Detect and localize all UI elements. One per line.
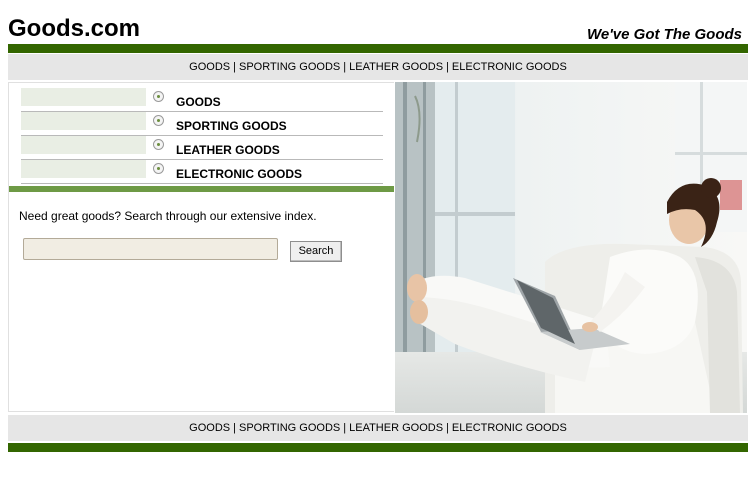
nav-separator: |	[343, 422, 347, 434]
site-logo[interactable]: Goods.com	[8, 14, 140, 44]
header-green-bar	[8, 44, 748, 53]
radio-bullet-icon	[153, 115, 164, 126]
bottom-nav-sporting-goods[interactable]: SPORTING GOODS	[239, 422, 340, 434]
top-nav-leather-goods[interactable]: LEATHER GOODS	[349, 61, 443, 73]
bottom-nav-electronic-goods[interactable]: ELECTRONIC GOODS	[452, 422, 567, 434]
search-intro-text: Need great goods? Search through our ext…	[19, 209, 317, 223]
menu-item-electronic-goods[interactable]: ELECTRONIC GOODS	[21, 159, 383, 184]
radio-bullet-icon	[153, 91, 164, 102]
menu-item-label[interactable]: ELECTRONIC GOODS	[176, 167, 302, 181]
menu-item-leather-goods[interactable]: LEATHER GOODS	[21, 135, 383, 160]
nav-separator: |	[446, 61, 449, 73]
menu-item-label[interactable]: LEATHER GOODS	[176, 143, 280, 157]
search-button[interactable]: Search	[290, 241, 342, 262]
top-nav-sporting-goods[interactable]: SPORTING GOODS	[239, 61, 340, 73]
nav-separator: |	[343, 61, 347, 73]
radio-bullet-icon	[153, 163, 164, 174]
search-input[interactable]	[23, 238, 278, 260]
menu-swatch	[21, 88, 146, 106]
bottom-nav: GOODS | SPORTING GOODS | LEATHER GOODS | ELECT…	[8, 415, 748, 441]
content-panel: GOODS SPORTING GOODS LEATHER GOODS ELECT…	[8, 82, 394, 412]
radio-bullet-icon	[153, 139, 164, 150]
bottom-nav-leather-goods[interactable]: LEATHER GOODS	[349, 422, 443, 434]
footer-green-bar	[8, 443, 748, 452]
top-nav-goods[interactable]: GOODS	[189, 61, 230, 73]
bottom-nav-goods[interactable]: GOODS	[189, 422, 230, 434]
top-nav-electronic-goods[interactable]: ELECTRONIC GOODS	[452, 61, 567, 73]
photo-woman-with-laptop-icon	[395, 82, 747, 413]
menu-swatch	[21, 112, 146, 130]
menu-divider	[9, 186, 394, 192]
nav-separator: |	[233, 61, 236, 73]
menu-item-sporting-goods[interactable]: SPORTING GOODS	[21, 111, 383, 136]
menu-swatch	[21, 136, 146, 154]
menu-swatch	[21, 160, 146, 178]
menu-item-goods[interactable]: GOODS	[21, 87, 383, 112]
top-nav: GOODS | SPORTING GOODS | LEATHER GOODS | ELECT…	[8, 54, 748, 80]
nav-separator: |	[233, 422, 236, 434]
menu-item-label[interactable]: SPORTING GOODS	[176, 119, 287, 133]
nav-separator: |	[446, 422, 449, 434]
site-tagline: We've Got The Goods	[587, 26, 742, 43]
menu-item-label[interactable]: GOODS	[176, 95, 221, 109]
hero-photo	[395, 82, 747, 413]
